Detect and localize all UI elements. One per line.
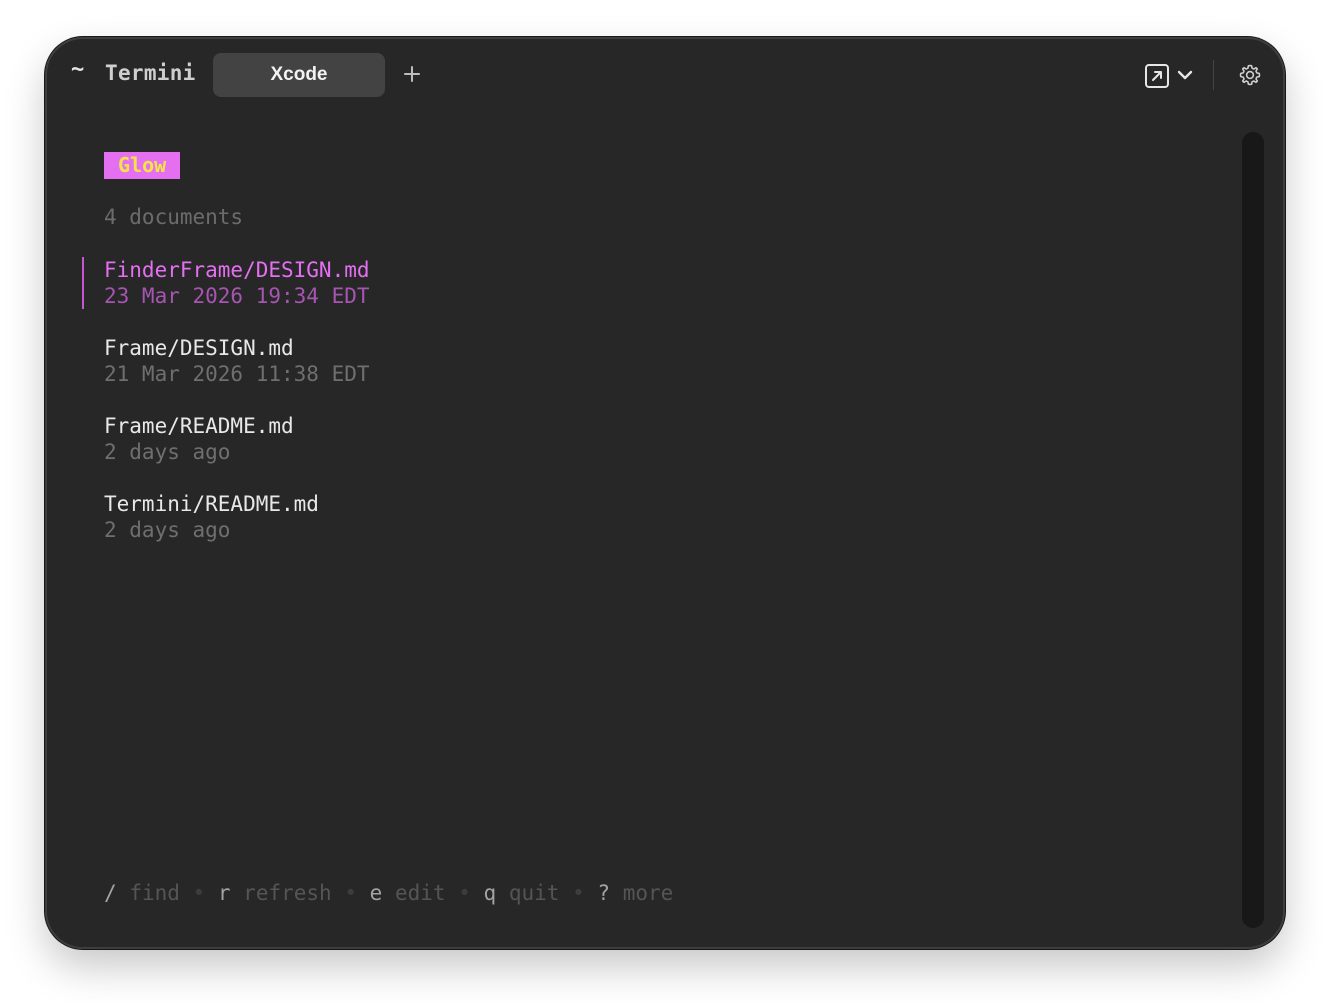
document-title: Frame/README.md <box>104 414 294 438</box>
help-label: more <box>622 881 674 905</box>
help-label: quit <box>508 881 560 905</box>
document-item[interactable]: Frame/README.md 2 days ago <box>104 413 704 467</box>
help-separator: • <box>344 881 357 905</box>
document-item[interactable]: Termini/README.md 2 days ago <box>104 491 704 545</box>
help-label: find <box>129 881 180 905</box>
document-date: 23 Mar 2026 19:34 EDT <box>104 284 370 308</box>
help-key: ? <box>597 881 611 905</box>
help-key: / <box>104 881 117 905</box>
document-title: Termini/README.md <box>104 492 319 516</box>
selection-indicator <box>82 257 84 309</box>
help-separator: • <box>192 881 206 905</box>
document-date: 2 days ago <box>104 440 231 464</box>
document-title: Frame/DESIGN.md <box>104 336 294 360</box>
document-item[interactable]: Frame/DESIGN.md 21 Mar 2026 11:38 EDT <box>104 335 704 389</box>
help-label: refresh <box>243 881 332 905</box>
glow-document-list: Glow 4 documents FinderFrame/DESIGN.md 2… <box>47 39 1227 947</box>
help-key: q <box>483 881 497 905</box>
scrollbar[interactable] <box>1242 132 1264 928</box>
document-item[interactable]: FinderFrame/DESIGN.md 23 Mar 2026 19:34 … <box>82 257 704 311</box>
help-key: e <box>369 881 383 905</box>
document-date: 2 days ago <box>104 518 231 542</box>
document-date: 21 Mar 2026 11:38 EDT <box>104 362 370 386</box>
help-separator: • <box>572 881 585 905</box>
help-key: r <box>217 881 231 905</box>
glow-badge: Glow <box>104 152 181 179</box>
help-separator: • <box>458 881 471 905</box>
help-bar: / find • r refresh • e edit • q quit • ?… <box>104 879 673 907</box>
terminal-window: ~ Termini Xcode Glow 4 documents FinderF… <box>45 37 1285 949</box>
gear-icon <box>1239 64 1261 86</box>
document-count: 4 documents <box>104 205 244 229</box>
help-label: edit <box>394 881 446 905</box>
settings-button[interactable] <box>1238 63 1262 87</box>
document-title: FinderFrame/DESIGN.md <box>104 258 370 282</box>
